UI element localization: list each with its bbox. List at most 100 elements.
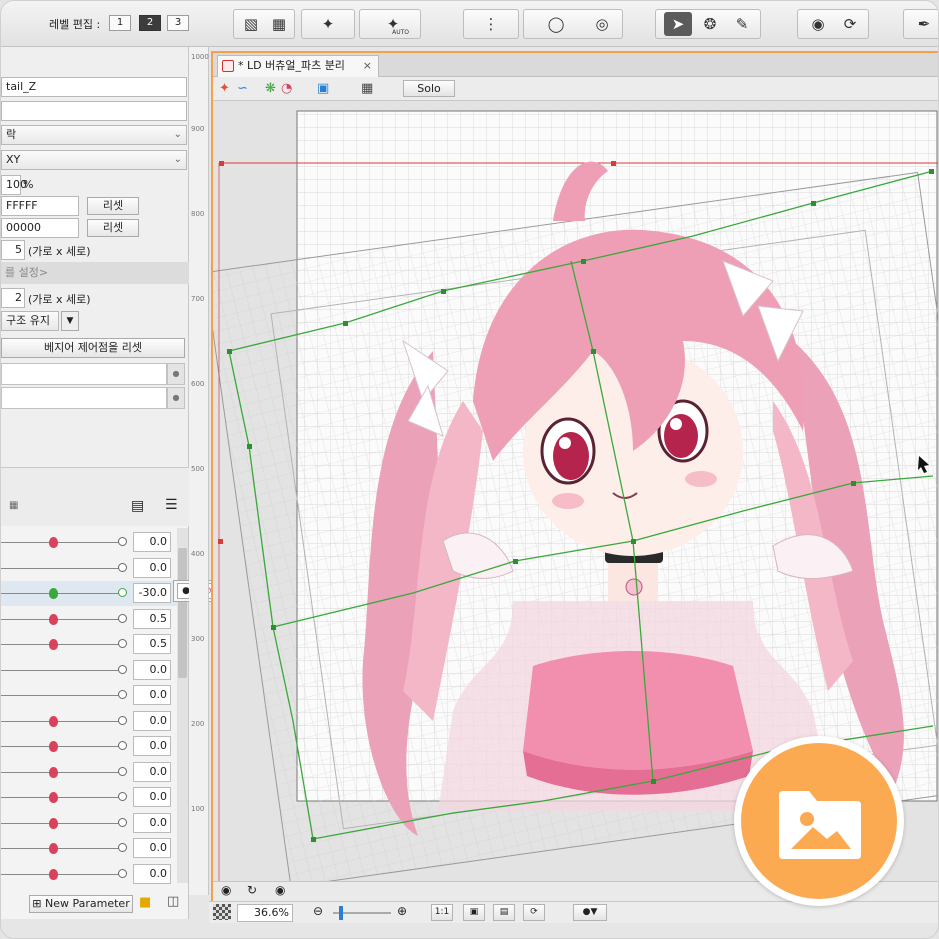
parameter-row[interactable]: 0.0 [1,709,177,734]
physics-icon[interactable]: ❋ [265,80,276,97]
parameter-value[interactable]: 0.5 [133,634,171,654]
parameter-row[interactable]: 0.0 [1,734,177,759]
parameter-knob[interactable] [49,537,58,548]
multiply-color-field[interactable]: FFFFF [1,196,79,216]
history-icon[interactable]: ↻ [247,883,257,897]
parameter-value[interactable]: 0.0 [133,532,171,552]
fit-window-icon[interactable]: ▣ [463,904,485,921]
row-option-icon[interactable]: ● [167,363,185,385]
keyform-marker[interactable] [118,716,127,725]
parameter-value[interactable]: 0.0 [133,864,171,884]
keyform-marker[interactable] [118,563,127,572]
list-item[interactable] [1,387,167,409]
parameter-value[interactable]: 0.0 [133,838,171,858]
menu-icon[interactable]: ☰ [165,497,178,513]
grid-icon[interactable]: ▦ [361,80,373,97]
clipboard-icon[interactable]: ▤ [131,498,144,514]
parameter-row[interactable]: 0.0 [1,811,177,836]
keyform-marker[interactable] [118,792,127,801]
keyform-marker[interactable] [118,639,127,648]
section-header[interactable]: 를 설정> [1,262,189,284]
mode-dropdown[interactable]: XY ⌄ [1,150,187,170]
parameter-value[interactable]: 0.0 [133,813,171,833]
parameter-row[interactable]: 0.0 [1,836,177,861]
blend-dropdown[interactable]: 락 ⌄ [1,125,187,145]
parameter-row[interactable]: 0.0 [1,683,177,708]
parameter-knob[interactable] [49,792,58,803]
fit-view-icon[interactable]: ▣ [317,80,329,97]
parameter-row[interactable]: 0.0 [1,556,177,581]
keyform-marker[interactable] [118,869,127,878]
trash-icon[interactable]: ◫ [167,894,179,909]
parameter-row[interactable]: 0.0 [1,785,177,810]
image-mode-icon[interactable]: ▦ [265,12,293,36]
parameter-value[interactable]: 0.0 [133,787,171,807]
parameter-row[interactable]: 0.5 [1,632,177,657]
rotate-view-icon[interactable]: ⟳ [523,904,545,921]
structure-dropdown[interactable]: 구조 유지 [1,311,59,331]
parameter-row[interactable]: 0.0 [1,760,177,785]
zoom-field[interactable]: 36.6% [237,904,293,922]
keyform-marker[interactable] [118,665,127,674]
parameter-knob[interactable] [49,869,58,880]
keyform-marker[interactable] [118,537,127,546]
lasso-icon[interactable]: ❂ [696,12,724,36]
mesh-edit-icon[interactable]: ✦ [314,12,342,36]
bezier-divisions-field[interactable]: 2 [1,288,25,308]
arrow-select-icon[interactable]: ➤ [664,12,692,36]
parameter-value[interactable]: 0.0 [133,558,171,578]
level-2-button[interactable]: 2 [139,15,161,31]
pen-icon[interactable]: ✒ [910,12,938,36]
reset-bezier-button[interactable]: 베지어 제어점을 리셋 [1,338,185,358]
tab-model[interactable]: * LD 버츄얼_파츠 분리 × [217,55,379,77]
parameter-knob[interactable] [49,588,58,599]
keyform-marker[interactable] [118,741,127,750]
keyform-marker[interactable] [118,690,127,699]
fit-width-icon[interactable]: ▤ [493,904,515,921]
glue-icon[interactable]: ◎ [588,12,616,36]
level-1-button[interactable]: 1 [109,15,131,31]
name-field[interactable] [1,101,187,121]
brush-select-icon[interactable]: ✎ [728,12,756,36]
list-item[interactable] [1,363,167,385]
actual-size-button[interactable]: 1:1 [431,904,453,921]
parameter-value[interactable]: 0.0 [133,685,171,705]
deformer-path-icon[interactable]: ✦ [219,80,230,97]
pin-icon[interactable]: ◉ [804,12,832,36]
parameter-knob[interactable] [49,614,58,625]
parameter-value[interactable]: 0.0 [133,736,171,756]
divisions-field[interactable]: 5 [1,240,25,260]
keyform-marker[interactable] [118,818,127,827]
new-parameter-button[interactable]: ⊞ New Parameter [29,895,133,913]
curve-icon[interactable]: ∽ [237,80,248,97]
transparency-icon[interactable] [213,904,231,920]
structure-dropdown-arrow-icon[interactable]: ▼ [61,311,79,331]
parameter-knob[interactable] [49,741,58,752]
keyform-marker[interactable] [118,767,127,776]
keyform-marker[interactable] [118,614,127,623]
zoom-slider[interactable] [333,906,391,920]
parameter-row-selected[interactable]: -30.0 [1,581,177,606]
person-icon[interactable]: ▧ [237,12,265,36]
row-option-icon[interactable]: ● [167,387,185,409]
auto-mesh-icon[interactable]: ✦ AUTO [376,12,410,36]
id-field[interactable]: tail_Z [1,77,187,97]
camera-icon[interactable]: ◉ [221,883,231,897]
rotation-deformer-icon[interactable]: ◯ [542,12,570,36]
close-icon[interactable]: × [363,56,372,76]
reset-screen-button[interactable]: 리셋 [87,219,139,237]
parameter-knob[interactable] [49,843,58,854]
add-camera-icon[interactable]: ◉ [275,883,285,897]
parameter-value[interactable]: 0.0 [133,711,171,731]
scrollbar-thumb[interactable] [178,548,187,678]
keyform-marker[interactable] [118,588,127,597]
parameter-value[interactable]: 0.0 [133,762,171,782]
parameter-knob[interactable] [49,639,58,650]
parameter-row[interactable]: 0.5 [1,607,177,632]
parameter-row[interactable]: 0.0 [1,658,177,683]
parameter-knob[interactable] [49,818,58,829]
keyform-marker[interactable] [118,843,127,852]
parameter-knob[interactable] [49,716,58,727]
rotate-pin-icon[interactable]: ⟳ [836,12,864,36]
zoom-in-icon[interactable]: ⊕ [397,904,407,918]
